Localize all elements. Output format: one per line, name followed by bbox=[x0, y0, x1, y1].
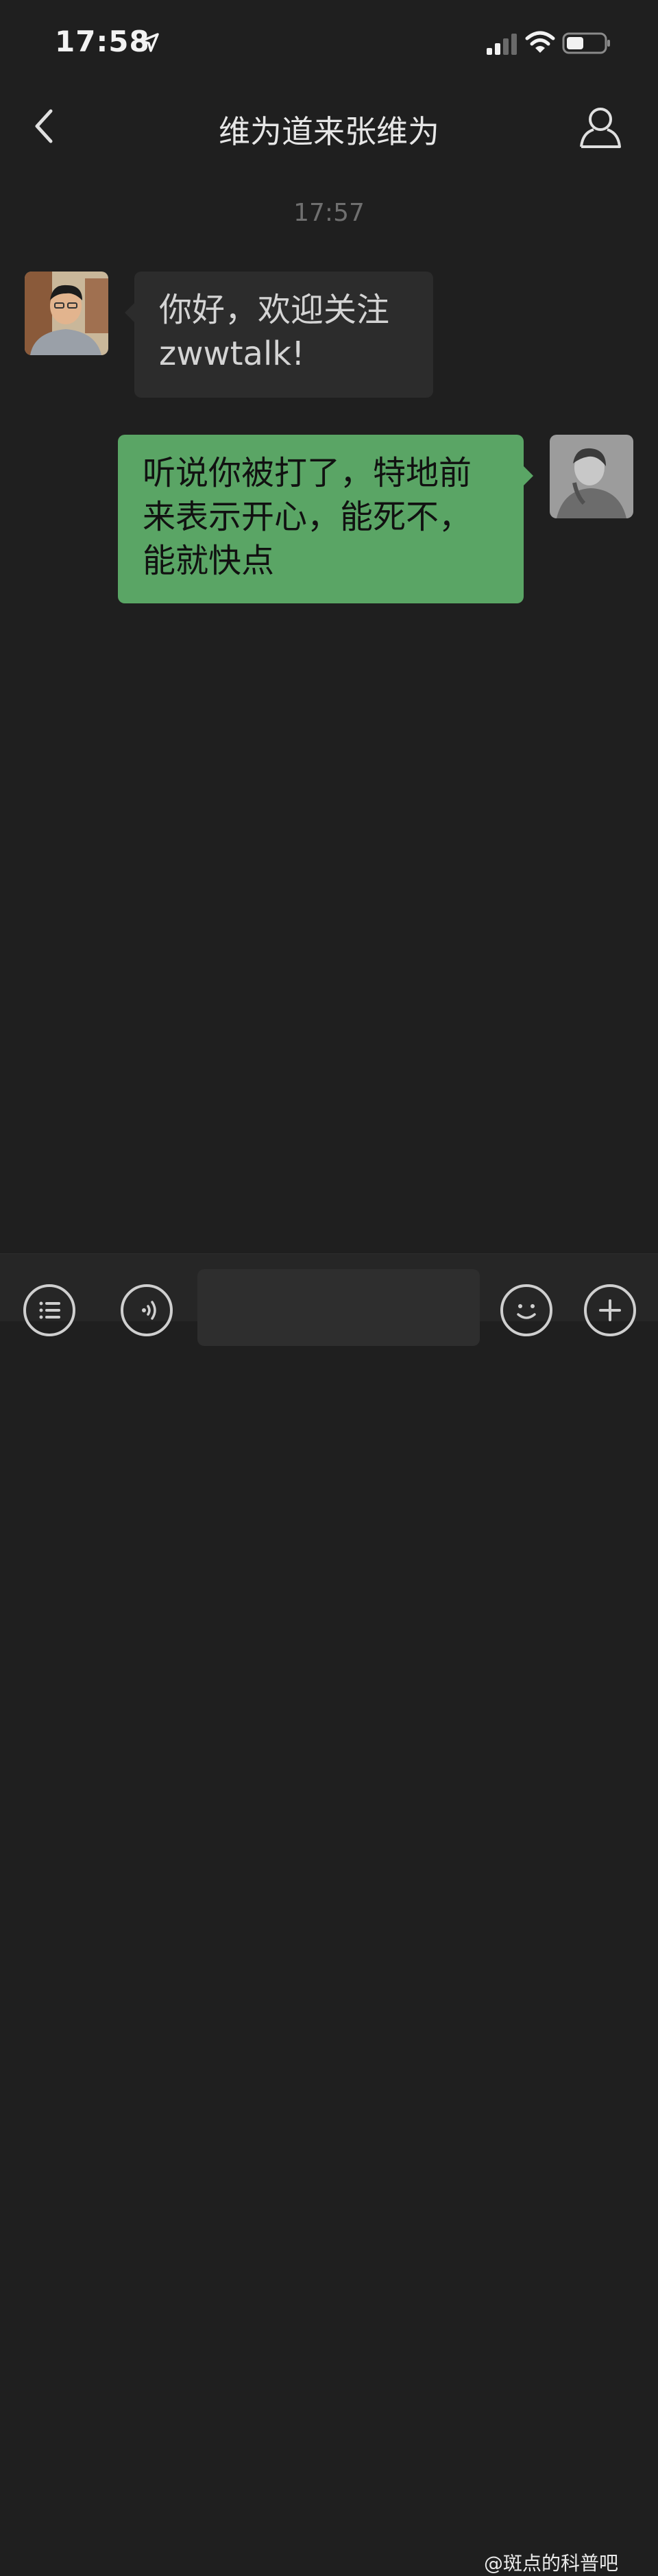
sender-avatar[interactable] bbox=[25, 272, 108, 355]
watermark: @斑点的科普吧 bbox=[484, 2552, 619, 2575]
back-chevron-icon[interactable] bbox=[30, 106, 58, 147]
signal-icon bbox=[487, 34, 517, 55]
location-arrow-icon bbox=[140, 33, 159, 52]
battery-icon bbox=[562, 32, 610, 54]
menu-list-icon[interactable] bbox=[23, 1284, 75, 1336]
nav-bar: 维为道来张维为 bbox=[0, 89, 658, 165]
user-avatar[interactable] bbox=[550, 435, 633, 518]
incoming-message-bubble[interactable]: 你好，欢迎关注zwwtalk! bbox=[125, 272, 433, 398]
chat-title: 维为道来张维为 bbox=[219, 113, 439, 150]
plus-icon[interactable] bbox=[584, 1284, 636, 1336]
message-input[interactable] bbox=[197, 1269, 480, 1346]
status-bar: 17:58 bbox=[0, 0, 658, 82]
outgoing-message-bubble[interactable]: 听说你被打了，特地前来表示开心，能死不，能就快点 bbox=[118, 435, 533, 603]
status-time: 17:58 bbox=[55, 25, 150, 58]
emoji-icon[interactable] bbox=[500, 1284, 552, 1336]
message-timestamp: 17:57 bbox=[293, 199, 365, 227]
voice-icon[interactable] bbox=[121, 1284, 173, 1336]
input-bar: @斑点的科普吧 bbox=[0, 1253, 658, 2575]
contact-person-icon[interactable] bbox=[577, 103, 624, 151]
wifi-icon bbox=[525, 31, 555, 53]
